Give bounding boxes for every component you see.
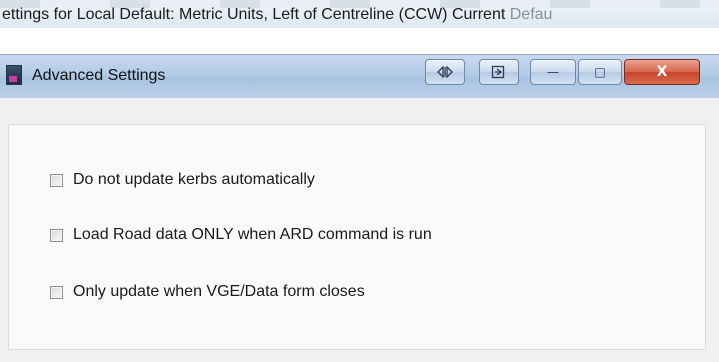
close-button[interactable]: X (624, 59, 700, 85)
minimize-button[interactable]: — (530, 59, 576, 85)
dialog-titlebar[interactable]: Advanced Settings — □ X (0, 54, 719, 98)
export-button[interactable] (479, 59, 519, 85)
app-icon (6, 65, 22, 85)
dialog-title: Advanced Settings (32, 67, 166, 84)
option-label: Only update when VGE/Data form closes (73, 283, 365, 300)
close-icon: X (656, 64, 668, 80)
maximize-button[interactable]: □ (578, 59, 622, 85)
parent-window-title-faded: Defau (505, 6, 553, 23)
screen: ettings for Local Default: Metric Units,… (0, 0, 719, 362)
advanced-settings-dialog: Advanced Settings — □ X (0, 54, 719, 362)
dock-toggle-icon (437, 66, 453, 78)
option-load-road-data-on-ard[interactable]: Load Road data ONLY when ARD command is … (50, 225, 432, 245)
checkbox-update-on-form-close[interactable] (50, 285, 63, 299)
checkbox-load-road-data-on-ard[interactable] (50, 228, 63, 242)
export-icon (491, 65, 505, 79)
maximize-icon: □ (594, 65, 606, 79)
option-update-on-form-close[interactable]: Only update when VGE/Data form closes (50, 282, 365, 302)
parent-window-title-text: ettings for Local Default: Metric Units,… (2, 6, 506, 23)
parent-window-title: ettings for Local Default: Metric Units,… (0, 4, 719, 26)
dock-toggle-button[interactable] (425, 59, 465, 85)
minimize-icon: — (547, 65, 559, 79)
option-label: Do not update kerbs automatically (73, 171, 315, 188)
checkbox-no-kerb-update[interactable] (50, 173, 63, 187)
option-label: Load Road data ONLY when ARD command is … (73, 226, 432, 243)
option-no-kerb-update[interactable]: Do not update kerbs automatically (50, 170, 315, 190)
background-window: ettings for Local Default: Metric Units,… (0, 0, 719, 28)
